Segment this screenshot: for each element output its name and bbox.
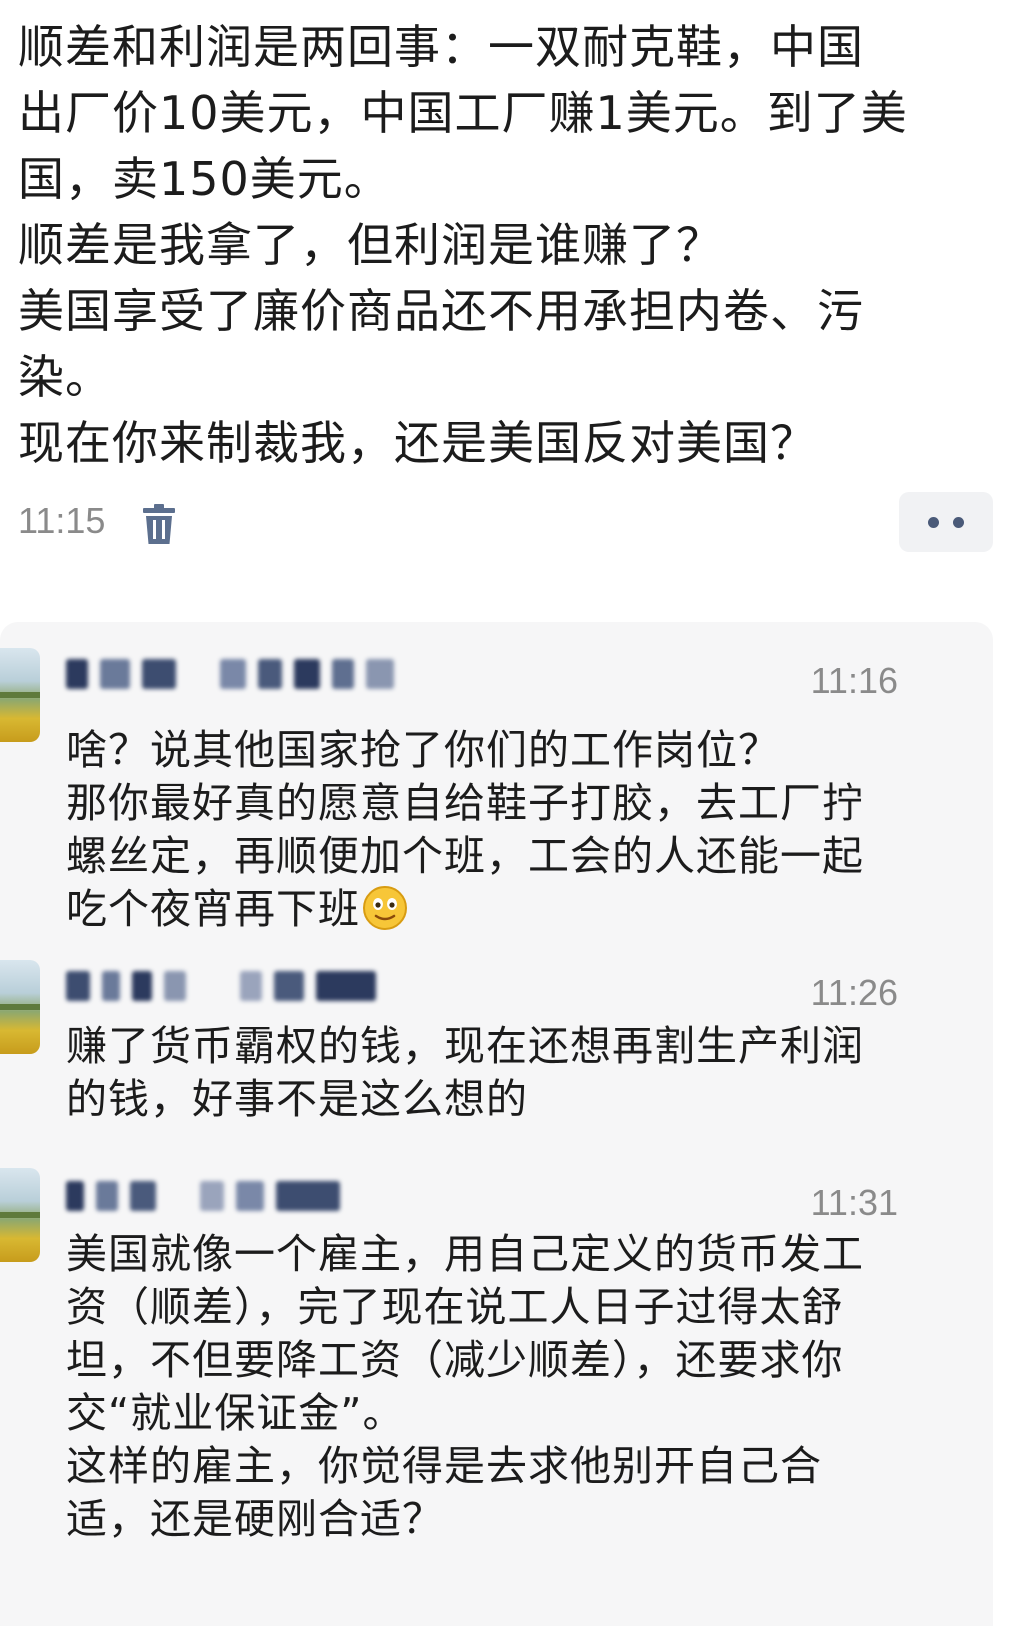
username-blurred[interactable] (66, 654, 394, 694)
comment-line: 资（顺差），完了现在说工人日子过得太舒 (66, 1283, 844, 1331)
more-dots-icon (928, 517, 939, 528)
post-meta-row: 11:15 (18, 492, 993, 552)
comment-text: 啥？说其他国家抢了你们的工作岗位？ 那你最好真的愿意自给鞋子打胶，去工厂拧 螺丝… (66, 724, 926, 936)
comment-line: 坦，不但要降工资（减少顺差），还要求你 (66, 1336, 844, 1384)
more-options-button[interactable] (899, 492, 993, 552)
comment-line: 赚了货币霸权的钱，现在还想再割生产利润 (66, 1022, 864, 1070)
comment-line: 吃个夜宵再下班 (66, 883, 926, 936)
comments-section: 11:16 啥？说其他国家抢了你们的工作岗位？ 那你最好真的愿意自给鞋子打胶，去… (0, 622, 993, 1626)
avatar[interactable] (0, 1168, 40, 1262)
post-line: 顺差和利润是两回事：一双耐克鞋，中国 (18, 20, 864, 74)
post-line: 出厂价10美元，中国工厂赚1美元。到了美 (18, 86, 908, 140)
comment-line: 交“就业保证金”。 (66, 1389, 405, 1437)
avatar[interactable] (0, 648, 40, 742)
comment-timestamp: 11:16 (810, 660, 898, 701)
comment-line-text: 吃个夜宵再下班 (66, 885, 360, 933)
post-line: 顺差是我拿了，但利润是谁赚了？ (18, 218, 723, 272)
post-line: 美国享受了廉价商品还不用承担内卷、污 (18, 284, 864, 338)
more-dots-icon-dot (953, 517, 964, 528)
post-line: 国，卖150美元。 (18, 152, 391, 206)
comment-text: 赚了货币霸权的钱，现在还想再割生产利润 的钱，好事不是这么想的 (66, 1020, 926, 1126)
comment-line: 适，还是硬刚合适？ (66, 1495, 444, 1543)
trash-icon[interactable] (140, 504, 178, 546)
username-blurred[interactable] (66, 966, 376, 1006)
comment-line: 那你最好真的愿意自给鞋子打胶，去工厂拧 (66, 779, 864, 827)
post-line: 染。 (18, 350, 112, 404)
comment-line: 啥？说其他国家抢了你们的工作岗位？ (66, 726, 780, 774)
username-blurred[interactable] (66, 1176, 340, 1216)
comment-line: 的钱，好事不是这么想的 (66, 1075, 528, 1123)
post-line: 现在你来制裁我，还是美国反对美国？ (18, 416, 817, 470)
avatar[interactable] (0, 960, 40, 1054)
post-content: 顺差和利润是两回事：一双耐克鞋，中国 出厂价10美元，中国工厂赚1美元。到了美 … (18, 14, 1008, 476)
comment-line: 这样的雇主，你觉得是去求他别开自己合 (66, 1442, 822, 1490)
comment-line: 螺丝定，再顺便加个班，工会的人还能一起 (66, 832, 864, 880)
post-timestamp: 11:15 (18, 500, 106, 541)
comment-line: 美国就像一个雇主，用自己定义的货币发工 (66, 1230, 864, 1278)
comment-text: 美国就像一个雇主，用自己定义的货币发工 资（顺差），完了现在说工人日子过得太舒 … (66, 1228, 926, 1546)
comment-timestamp: 11:31 (810, 1182, 898, 1223)
smiling-face-emoji-icon (363, 886, 407, 930)
comment-timestamp: 11:26 (810, 972, 898, 1013)
